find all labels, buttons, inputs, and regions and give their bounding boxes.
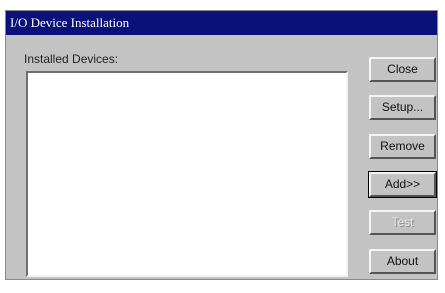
test-button: Test bbox=[369, 210, 436, 235]
window-title: I/O Device Installation bbox=[10, 15, 130, 30]
add-button[interactable]: Add>> bbox=[368, 171, 437, 198]
io-device-installation-dialog: I/O Device Installation Installed Device… bbox=[5, 10, 438, 280]
installed-devices-label: Installed Devices: bbox=[24, 52, 119, 66]
close-button[interactable]: Close bbox=[369, 57, 436, 82]
installed-devices-list[interactable] bbox=[26, 71, 348, 277]
setup-button[interactable]: Setup... bbox=[369, 95, 436, 120]
remove-button[interactable]: Remove bbox=[369, 134, 436, 159]
title-bar: I/O Device Installation bbox=[6, 11, 437, 35]
about-button[interactable]: About bbox=[369, 249, 436, 274]
